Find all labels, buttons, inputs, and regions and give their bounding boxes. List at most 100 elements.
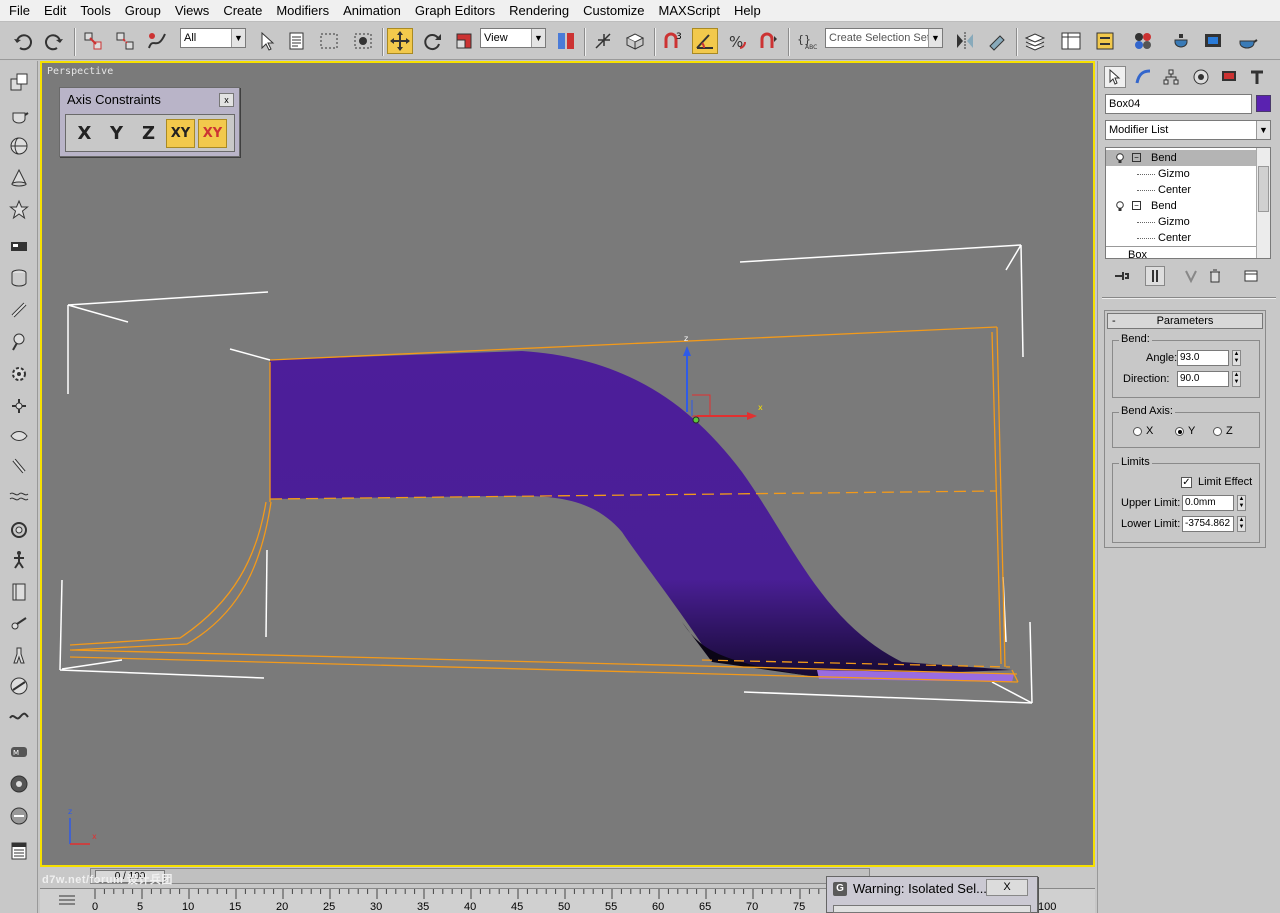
bone-icon[interactable]	[6, 453, 32, 479]
document-icon[interactable]	[6, 838, 32, 864]
axis-y-button[interactable]: Y	[102, 119, 131, 148]
percent-snap-icon[interactable]: %	[724, 28, 750, 54]
stack-item-gizmo-1[interactable]: Gizmo	[1106, 166, 1256, 182]
rollout-title-bar[interactable]: - Parameters	[1107, 313, 1263, 329]
menu-views[interactable]: Views	[168, 0, 216, 22]
axis-xy-flyout-button[interactable]: XY	[198, 119, 227, 148]
selection-filter-dropdown[interactable]: All ▼	[180, 28, 246, 48]
axis-xy-button[interactable]: XY	[166, 119, 195, 148]
gear-icon[interactable]	[6, 361, 32, 387]
environment-icon[interactable]	[6, 771, 32, 797]
render-setup-icon[interactable]	[1168, 28, 1194, 54]
direction-spinner-field[interactable]: 90.0	[1177, 371, 1229, 387]
menu-rendering[interactable]: Rendering	[502, 0, 576, 22]
axis-x-radio[interactable]	[1133, 427, 1142, 436]
scrollbar-thumb[interactable]	[1258, 166, 1269, 212]
menu-customize[interactable]: Customize	[576, 0, 651, 22]
hierarchy-tab-icon[interactable]	[1160, 66, 1182, 88]
angle-snap-icon[interactable]	[692, 28, 718, 54]
direction-spinner-arrows[interactable]: ▲ ▼	[1232, 371, 1241, 387]
manipulate-icon[interactable]	[590, 28, 616, 54]
biped-icon[interactable]	[6, 547, 32, 573]
motion-tab-icon[interactable]	[1190, 66, 1212, 88]
quick-render-icon[interactable]	[1234, 28, 1260, 54]
configure-sets-icon[interactable]	[1241, 266, 1261, 286]
close-icon[interactable]: x	[219, 93, 234, 107]
rotate-icon[interactable]	[419, 28, 445, 54]
plane-icon[interactable]	[6, 233, 32, 259]
rect-region-icon[interactable]	[316, 28, 342, 54]
curve-editor-icon[interactable]	[1058, 28, 1084, 54]
track-bar-menu-icon[interactable]	[56, 892, 78, 908]
paint-icon[interactable]	[6, 329, 32, 355]
axis-z-button[interactable]: Z	[134, 119, 163, 148]
object-name-field[interactable]: Box04	[1105, 94, 1252, 114]
cone-icon[interactable]	[6, 165, 32, 191]
lower-limit-field[interactable]: -3754.862	[1182, 516, 1234, 532]
remove-modifier-icon[interactable]	[1205, 266, 1225, 286]
show-end-result-icon[interactable]	[1145, 266, 1165, 286]
lower-limit-arrows[interactable]: ▲ ▼	[1237, 516, 1246, 532]
sphere-icon[interactable]	[6, 133, 32, 159]
menu-create[interactable]: Create	[216, 0, 269, 22]
window-crossing-icon[interactable]	[350, 28, 376, 54]
pivot-icon[interactable]	[553, 28, 579, 54]
tape-icon[interactable]	[6, 611, 32, 637]
wave-icon[interactable]	[6, 483, 32, 509]
scale-icon[interactable]	[451, 28, 477, 54]
schematic-icon[interactable]	[1092, 28, 1118, 54]
cylinder-icon[interactable]	[6, 265, 32, 291]
stack-item-box[interactable]: Box	[1106, 246, 1256, 258]
stack-item-bend-1[interactable]: − Bend	[1106, 150, 1256, 166]
reference-coord-dropdown[interactable]: View ▼	[480, 28, 546, 48]
axis-y-radio[interactable]	[1175, 427, 1184, 436]
pivot-helper-icon[interactable]	[6, 393, 32, 419]
viewport-scene[interactable]: z x z x	[42, 63, 1093, 865]
modify-tab-icon[interactable]	[1132, 66, 1154, 88]
stack-item-gizmo-2[interactable]: Gizmo	[1106, 214, 1256, 230]
menu-group[interactable]: Group	[118, 0, 168, 22]
link-icon[interactable]	[80, 28, 106, 54]
angle-spinner-field[interactable]: 93.0	[1177, 350, 1229, 366]
close-icon[interactable]: X	[986, 879, 1028, 896]
mirror-icon[interactable]	[952, 28, 978, 54]
stack-scrollbar[interactable]	[1256, 148, 1270, 258]
globe-icon[interactable]	[6, 673, 32, 699]
bent-box-object[interactable]	[270, 351, 1012, 677]
rope-icon[interactable]	[6, 703, 32, 729]
modifier-list-dropdown[interactable]: Modifier List ▼	[1105, 120, 1271, 140]
upper-limit-arrows[interactable]: ▲ ▼	[1237, 495, 1246, 511]
spinner-snap-icon[interactable]	[756, 28, 782, 54]
figure-icon[interactable]	[6, 643, 32, 669]
tube-icon[interactable]	[6, 297, 32, 323]
display-tab-icon[interactable]	[1218, 66, 1240, 88]
select-object-icon[interactable]	[254, 28, 280, 54]
axis-x-button[interactable]: X	[70, 119, 99, 148]
teapot-render-icon[interactable]	[6, 803, 32, 829]
time-slider[interactable]: 0 / 100	[90, 868, 870, 884]
menu-graph-editors[interactable]: Graph Editors	[408, 0, 502, 22]
unlink-icon[interactable]	[112, 28, 138, 54]
create-geometry-icon[interactable]	[6, 69, 32, 95]
angle-spinner-arrows[interactable]: ▲ ▼	[1232, 350, 1241, 366]
stack-item-center-2[interactable]: Center	[1106, 230, 1256, 246]
collapse-icon[interactable]: −	[1132, 201, 1141, 210]
named-set-icon[interactable]: {} ABC	[793, 28, 819, 54]
pin-stack-icon[interactable]	[1111, 266, 1131, 286]
modifier-stack[interactable]: − Bend Gizmo Center − Bend Gizmo Center …	[1105, 147, 1271, 259]
teapot-icon[interactable]	[6, 101, 32, 127]
menu-modifiers[interactable]: Modifiers	[269, 0, 336, 22]
keyboard-shortcut-icon[interactable]	[622, 28, 648, 54]
make-unique-icon[interactable]	[1181, 266, 1201, 286]
object-color-swatch[interactable]	[1256, 95, 1271, 112]
star-icon[interactable]	[6, 197, 32, 223]
warning-isolated-selection-window[interactable]: G Warning: Isolated Sel... X	[826, 876, 1038, 913]
book-icon[interactable]	[6, 579, 32, 605]
axis-constraints-panel[interactable]: Axis Constraints x X Y Z XY XY	[59, 87, 240, 157]
menu-edit[interactable]: Edit	[37, 0, 73, 22]
menu-tools[interactable]: Tools	[73, 0, 117, 22]
collapse-icon[interactable]: −	[1132, 153, 1141, 162]
loop-icon[interactable]	[6, 517, 32, 543]
align-icon[interactable]	[984, 28, 1010, 54]
collapse-icon[interactable]: -	[1112, 314, 1116, 328]
